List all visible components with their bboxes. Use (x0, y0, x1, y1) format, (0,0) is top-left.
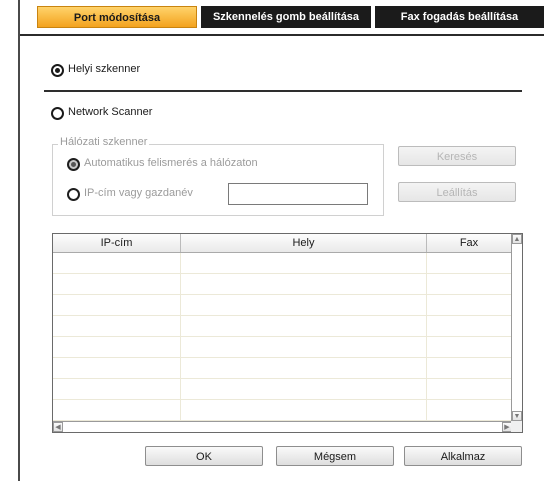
network-scanner-label[interactable]: Network Scanner (68, 106, 152, 118)
local-scanner-radio[interactable] (51, 64, 64, 77)
horizontal-scrollbar[interactable]: ◀ ▶ (53, 421, 512, 432)
vertical-scrollbar[interactable]: ▲ ▼ (511, 234, 522, 421)
table-row[interactable] (53, 337, 512, 358)
auto-detect-radio[interactable] (67, 158, 80, 171)
column-header-location[interactable]: Hely (181, 234, 427, 252)
table-header: IP-cím Hely Fax (53, 234, 512, 253)
ip-or-host-radio[interactable] (67, 188, 80, 201)
scrollbar-corner (511, 421, 522, 432)
table-row[interactable] (53, 400, 512, 421)
tab-fax-receive-settings[interactable]: Fax fogadás beállítása (375, 6, 544, 28)
cancel-button[interactable]: Mégsem (276, 446, 394, 466)
column-header-fax[interactable]: Fax (427, 234, 512, 252)
table-row[interactable] (53, 316, 512, 337)
tab-scan-button-settings[interactable]: Szkennelés gomb beállítása (201, 6, 371, 28)
scroll-up-icon[interactable]: ▲ (512, 234, 522, 244)
tab-port-change[interactable]: Port módosítása (37, 6, 197, 28)
table-row[interactable] (53, 358, 512, 379)
table-rows (53, 253, 512, 421)
scroll-left-icon[interactable]: ◀ (53, 422, 63, 432)
section-divider (44, 90, 522, 92)
search-button[interactable]: Keresés (398, 146, 516, 166)
column-header-ip[interactable]: IP-cím (53, 234, 181, 252)
network-scanner-group-title: Hálózati szkenner (58, 136, 150, 148)
network-scanner-group (52, 144, 384, 216)
stop-button[interactable]: Leállítás (398, 182, 516, 202)
network-scanner-radio[interactable] (51, 107, 64, 120)
table-row[interactable] (53, 274, 512, 295)
ok-button[interactable]: OK (145, 446, 263, 466)
ip-or-host-input[interactable] (228, 183, 368, 205)
auto-detect-label: Automatikus felismerés a hálózaton (84, 157, 258, 169)
table-row[interactable] (53, 295, 512, 316)
scroll-down-icon[interactable]: ▼ (512, 411, 522, 421)
local-scanner-label[interactable]: Helyi szkenner (68, 63, 140, 75)
table-row[interactable] (53, 379, 512, 400)
apply-button[interactable]: Alkalmaz (404, 446, 522, 466)
scanner-list-table[interactable]: IP-cím Hely Fax ▲ ▼ ◀ ▶ (52, 233, 523, 433)
table-row[interactable] (53, 253, 512, 274)
tab-bar-divider (20, 34, 544, 36)
ip-or-host-label: IP-cím vagy gazdanév (84, 187, 193, 199)
